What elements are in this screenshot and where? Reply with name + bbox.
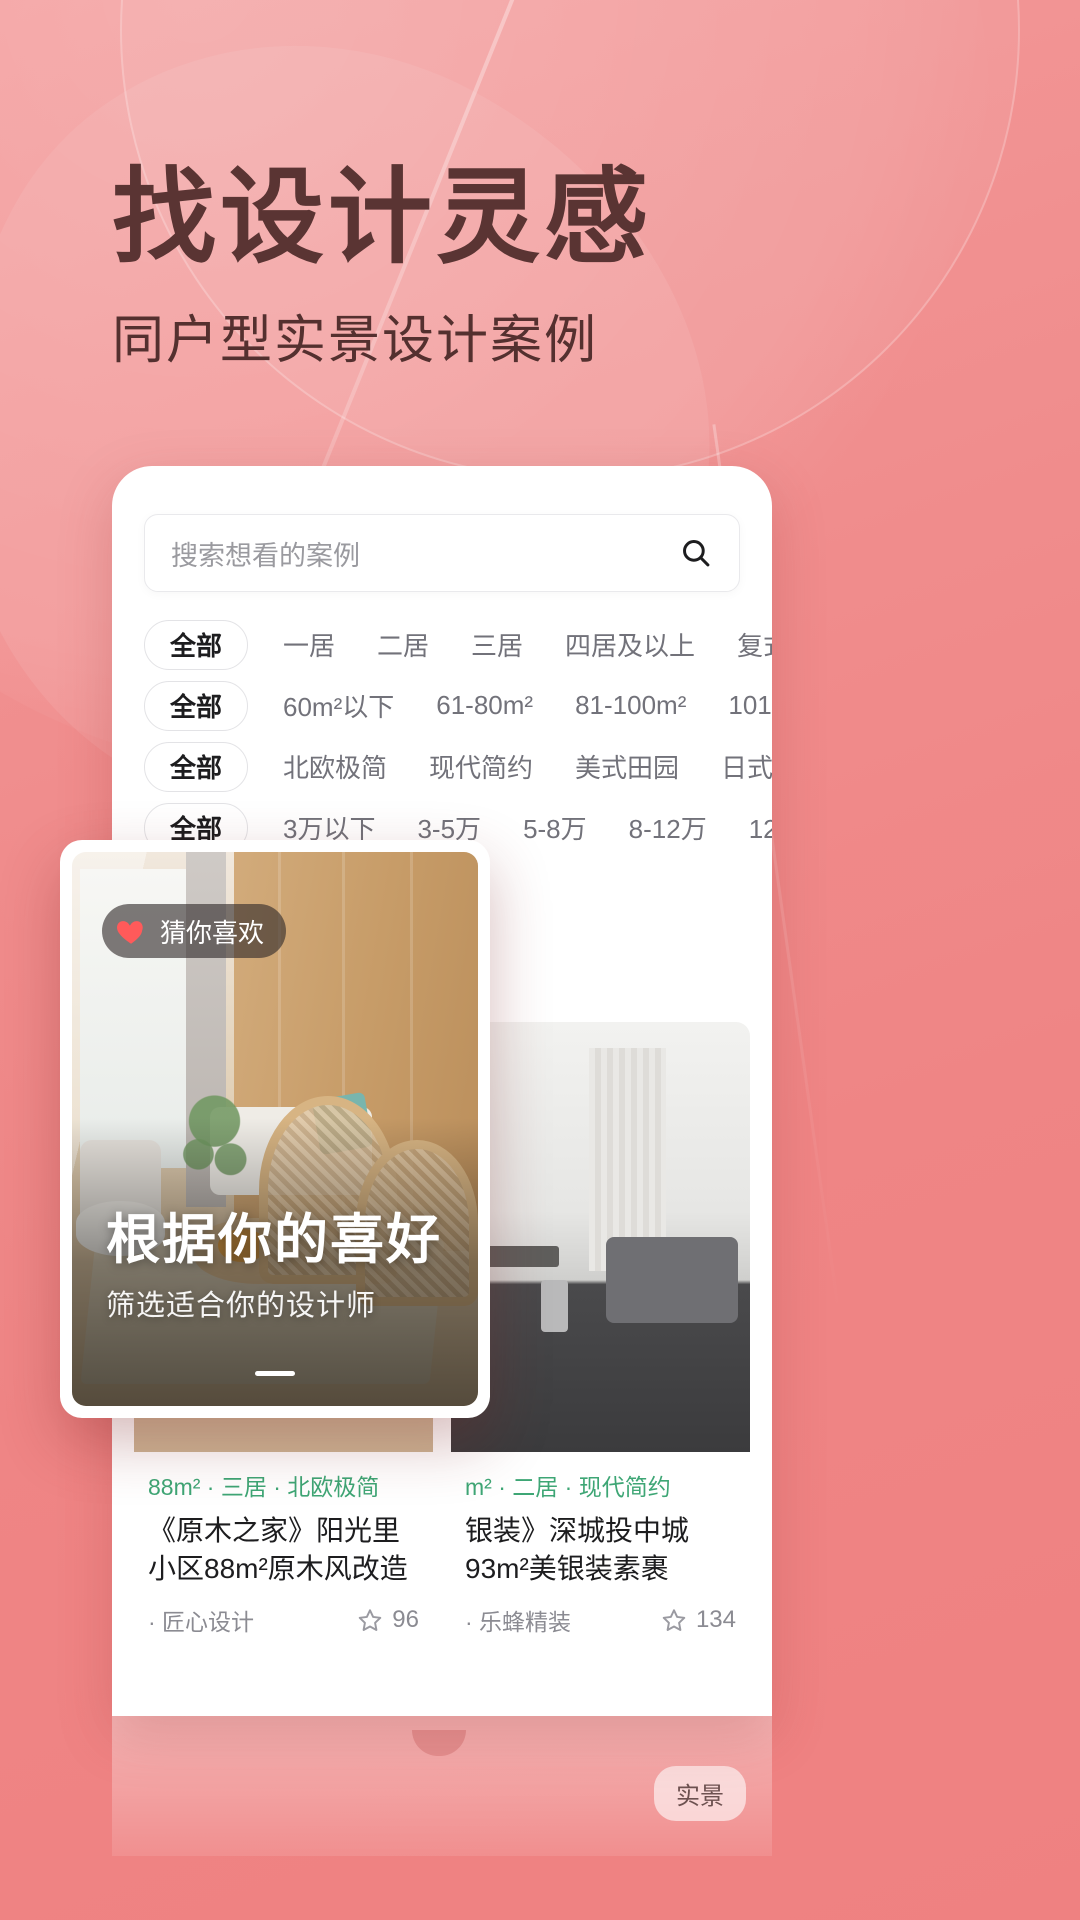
filter-row-layout: 全部 一居 二居 三居 四居及以上 复式 样板间 [144, 614, 772, 675]
promo-carousel-dots[interactable] [72, 1371, 478, 1376]
promo-badge: 猜你喜欢 [102, 904, 287, 958]
filter-row-area: 全部 60m²以下 61-80m² 81-100m² 101-120m² 121… [144, 675, 772, 736]
search-icon[interactable] [679, 536, 713, 570]
filter-option[interactable]: 美式田园 [554, 748, 700, 785]
filter-option[interactable]: 一居 [262, 626, 356, 663]
filter-option[interactable]: 60m²以下 [262, 687, 415, 724]
filter-option[interactable]: 日式 [700, 748, 772, 785]
search-placeholder: 搜索想看的案例 [171, 540, 360, 571]
promo-image: 猜你喜欢 根据你的喜好 筛选适合你的设计师 [72, 852, 478, 1406]
filter-option[interactable]: 101-120m² [707, 690, 772, 721]
filter-option[interactable]: 12-18万 [728, 809, 772, 846]
case-title: 《原木之家》阳光里小区88m²原木风改造 [148, 1515, 408, 1584]
promo-caption: 筛选适合你的设计师 [106, 1290, 377, 1322]
filter-option[interactable]: 北欧极简 [262, 748, 408, 785]
promo-badge-label: 猜你喜欢 [160, 917, 265, 948]
filter-option[interactable]: 复式 [716, 626, 772, 663]
filter-option[interactable]: 三居 [450, 626, 544, 663]
star-icon [357, 1607, 383, 1633]
background-content-peek: 实景 [112, 1716, 772, 1856]
hero-section: 找设计灵感 同户型实景设计案例 [112, 160, 652, 373]
heart-icon [114, 914, 148, 948]
filter-option[interactable]: 四居及以上 [544, 626, 716, 663]
case-brand: · 匠心设计 [148, 1609, 255, 1636]
thumbnail-appliance [540, 1280, 568, 1332]
filter-option[interactable]: 8-12万 [608, 809, 728, 846]
filter-all-chip-area[interactable]: 全部 [144, 680, 248, 731]
promo-card[interactable]: 猜你喜欢 根据你的喜好 筛选适合你的设计师 [60, 840, 490, 1418]
filter-option[interactable]: 61-80m² [415, 690, 554, 721]
star-icon [661, 1607, 687, 1633]
search-input[interactable]: 搜索想看的案例 [144, 514, 740, 592]
filter-option[interactable]: 5-8万 [502, 809, 608, 846]
case-tags: m² · 二居 · 现代简约 [465, 1474, 671, 1500]
case-card[interactable]: m² · 二居 · 现代简约 银装》深城投中城93m²美银装素裹 · 乐蜂精装 … [451, 1022, 750, 1716]
filter-option[interactable]: 现代简约 [408, 748, 554, 785]
case-thumbnail [451, 1022, 750, 1452]
case-favorite[interactable]: 96 [357, 1606, 419, 1634]
search-bar-container: 搜索想看的案例 [112, 466, 772, 592]
filter-option[interactable]: 二居 [356, 626, 450, 663]
hero-title: 找设计灵感 [112, 160, 653, 276]
thumbnail-sofa [606, 1237, 739, 1323]
case-favorite-count: 134 [695, 1606, 736, 1634]
filter-all-chip-style[interactable]: 全部 [144, 741, 248, 792]
filter-all-chip-layout[interactable]: 全部 [144, 619, 248, 670]
peek-badge: 实景 [654, 1766, 746, 1821]
case-brand: · 乐蜂精装 [465, 1609, 572, 1636]
promo-headline: 根据你的喜好 [106, 1210, 442, 1270]
filter-option[interactable]: 81-100m² [554, 690, 707, 721]
case-tags: 88m² · 三居 · 北欧极简 [148, 1474, 380, 1500]
case-favorite[interactable]: 134 [661, 1606, 736, 1634]
filter-row-style: 全部 北欧极简 现代简约 美式田园 日式 中式现代 [144, 736, 772, 797]
carousel-dot-active[interactable] [255, 1371, 295, 1376]
case-favorite-count: 96 [392, 1606, 419, 1634]
peek-lamp-shape [412, 1730, 466, 1756]
hero-subtitle: 同户型实景设计案例 [112, 312, 599, 371]
case-title: 银装》深城投中城93m²美银装素裹 [465, 1515, 690, 1584]
